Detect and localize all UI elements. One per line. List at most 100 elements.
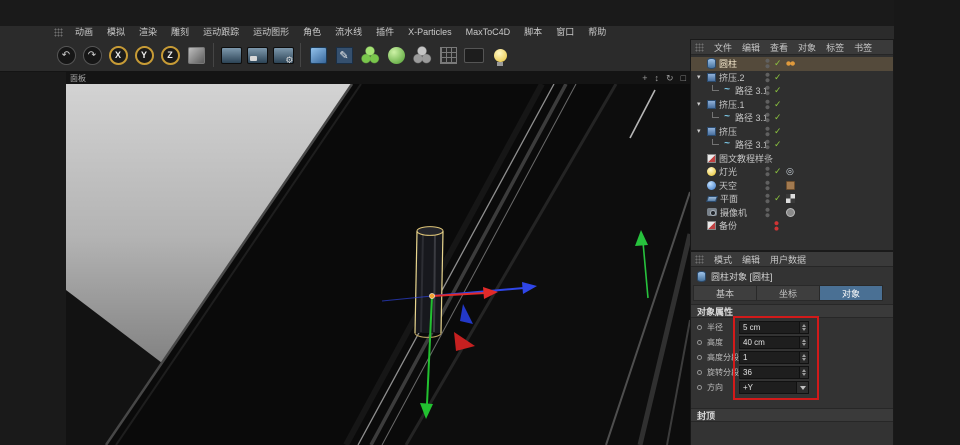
generator-button[interactable] [384,42,408,68]
object-row-backup[interactable]: 备份 [691,219,893,233]
drag-handle-icon[interactable] [695,254,704,264]
om-menu-tag[interactable]: 标签 [821,41,849,54]
keyframe-dot-icon[interactable] [697,385,702,390]
visibility-dots-icon[interactable] [765,206,770,218]
tab-basic[interactable]: 基本 [693,285,756,301]
object-label[interactable]: 圆柱 [719,57,737,70]
target-tag-icon[interactable]: ◎ [786,167,795,176]
menu-motion-tracker[interactable]: 运动跟踪 [196,26,246,39]
orientation-dropdown[interactable]: +Y [739,381,809,394]
menu-animation[interactable]: 动画 [68,26,100,39]
object-row-cylinder[interactable]: 圆柱 ✓ [691,57,893,71]
stepper-arrows-icon[interactable] [799,367,808,378]
lock-z-button[interactable]: Z [158,42,182,68]
om-menu-object[interactable]: 对象 [793,41,821,54]
cylinder-object[interactable] [414,226,444,338]
enabled-check-icon[interactable]: ✓ [774,192,782,206]
height-segments-input[interactable]: 1 [739,351,809,364]
scene-svg[interactable] [66,84,690,445]
keyframe-dot-icon[interactable] [697,340,702,345]
visibility-dots-icon[interactable] [765,85,770,96]
visibility-dots-icon[interactable] [765,152,770,164]
object-label[interactable]: 路径 3.1 [735,84,768,97]
render-view-button[interactable] [219,42,243,68]
undo-button[interactable]: ↶ [54,42,78,68]
protection-tag-icon[interactable] [786,207,795,217]
lock-x-button[interactable]: X [106,42,130,68]
compositing-tag-icon[interactable] [786,180,795,190]
am-menu-mode[interactable]: 模式 [709,253,737,266]
om-menu-bookmark[interactable]: 书签 [849,41,877,54]
redo-button[interactable]: ↷ [80,42,104,68]
visibility-dots-icon[interactable] [765,193,770,204]
drag-handle-icon[interactable] [54,28,63,37]
enabled-check-icon[interactable]: ✓ [774,98,782,112]
height-input[interactable]: 40 cm [739,336,809,349]
instance-button[interactable] [410,42,434,68]
menu-simulate[interactable]: 模拟 [100,26,132,39]
gizmo-center[interactable] [429,293,435,299]
subdivision-surface-button[interactable] [358,42,382,68]
height-segments-value[interactable]: 1 [740,352,799,363]
object-row-plane[interactable]: 平面 ✓ [691,192,893,206]
tab-object[interactable]: 对象 [819,285,883,301]
am-menu-edit[interactable]: 编辑 [737,253,765,266]
render-settings-button[interactable] [271,42,295,68]
object-label[interactable]: 备份 [719,219,737,232]
object-label[interactable]: 平面 [720,192,738,205]
stepper-arrows-icon[interactable] [799,352,808,363]
stepper-arrows-icon[interactable] [799,337,808,348]
lock-y-button[interactable]: Y [132,42,156,68]
enabled-check-icon[interactable]: ✓ [774,57,782,71]
visibility-dots-icon[interactable] [765,125,770,137]
rotation-segments-input[interactable]: 36 [739,366,809,379]
height-value[interactable]: 40 cm [740,337,799,348]
texture-tag-icon[interactable] [786,194,795,203]
radius-input[interactable]: 5 cm [739,321,809,334]
array-button[interactable] [436,42,460,68]
visibility-dots-icon[interactable] [765,179,770,191]
zoom-icon[interactable]: ↕ [655,72,660,84]
maximize-icon[interactable]: □ [681,72,686,84]
menu-character[interactable]: 角色 [296,26,328,39]
object-row-spline[interactable]: ~ 路径 3.1 ✓ [691,138,893,152]
object-label[interactable]: 挤压.2 [719,71,745,84]
dropdown-arrow-icon[interactable] [796,382,808,393]
visibility-dots-icon[interactable] [765,58,770,69]
object-row-extrude[interactable]: ▾ 挤压 ✓ [691,125,893,139]
object-row-extrude1[interactable]: ▾ 挤压.1 ✓ [691,98,893,112]
menu-sculpt[interactable]: 雕刻 [164,26,196,39]
object-label[interactable]: 摄像机 [720,206,747,219]
viewport-3d[interactable]: 面板 + ↕ ↻ □ [66,72,690,445]
menu-script[interactable]: 脚本 [517,26,549,39]
enabled-check-icon[interactable]: ✓ [774,165,782,179]
expand-arrow-icon[interactable]: ▾ [697,98,707,111]
stepper-arrows-icon[interactable] [799,322,808,333]
object-row-spline[interactable]: ~ 路径 3.1 ✓ [691,84,893,98]
orientation-value[interactable]: +Y [740,382,796,393]
keyframe-dot-icon[interactable] [697,325,702,330]
object-row-sky[interactable]: 天空 [691,179,893,193]
keyframe-dot-icon[interactable] [697,370,702,375]
keyframe-dot-icon[interactable] [697,355,702,360]
coordinate-system-button[interactable] [184,42,208,68]
red-visibility-dots-icon[interactable] [774,221,779,231]
menu-help[interactable]: 帮助 [581,26,613,39]
object-row-extrude2[interactable]: ▾ 挤压.2 ✓ [691,71,893,85]
object-label[interactable]: 挤压 [719,125,737,138]
menu-xparticles[interactable]: X-Particles [401,26,459,39]
spline-pen-button[interactable]: ✎ [332,42,356,68]
rotation-segments-value[interactable]: 36 [740,367,799,378]
visibility-dots-icon[interactable] [765,112,770,123]
menu-window[interactable]: 窗口 [549,26,581,39]
enabled-check-icon[interactable]: ✓ [774,84,782,98]
visibility-dots-icon[interactable] [765,71,770,83]
visibility-dots-icon[interactable] [765,166,770,177]
drag-handle-icon[interactable] [695,42,704,52]
enabled-check-icon[interactable]: ✓ [774,71,782,85]
object-label[interactable]: 灯光 [719,165,737,178]
viewport-panel-menu[interactable]: 面板 [70,73,86,84]
object-label[interactable]: 挤压.1 [719,98,745,111]
cube-primitive-button[interactable] [306,42,330,68]
render-picture-button[interactable] [245,42,269,68]
